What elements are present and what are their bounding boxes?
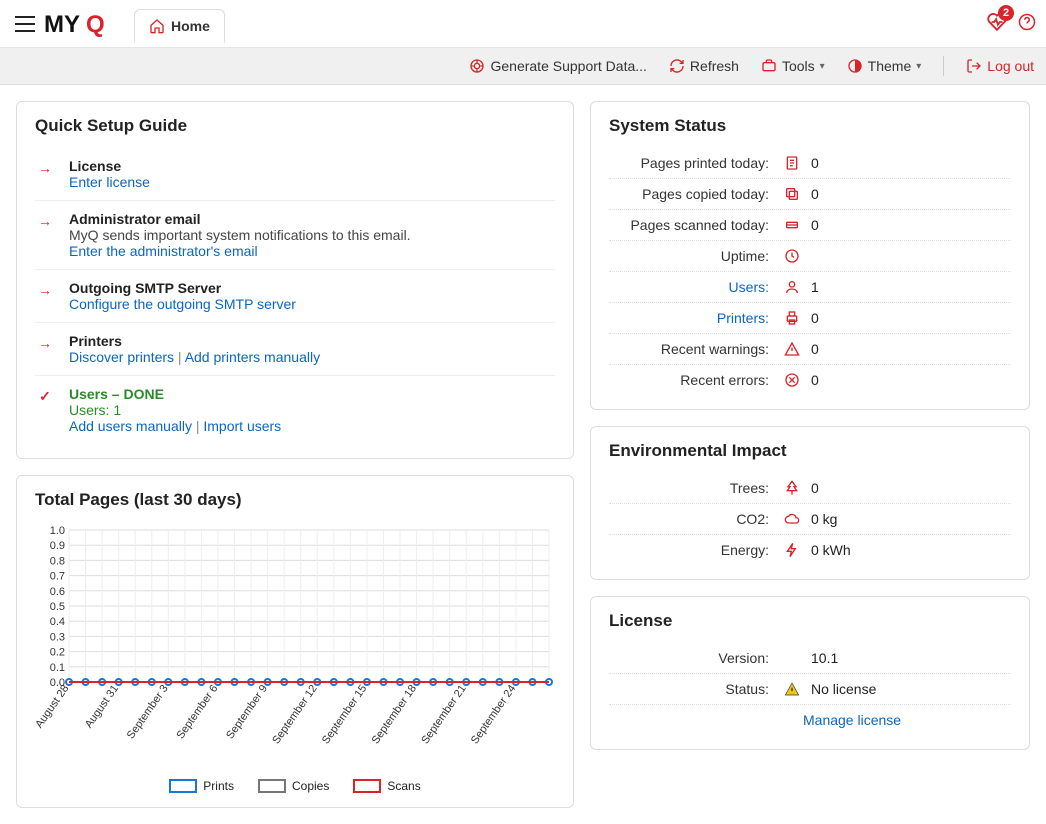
error-icon [781, 372, 803, 388]
svg-text:September 12: September 12 [270, 683, 319, 746]
arrow-right-icon: → [38, 282, 52, 312]
setup-row-printers: → Printers Discover printers | Add print… [35, 323, 555, 376]
env-energy: Energy: 0 kWh [609, 535, 1011, 565]
setup-row-smtp: → Outgoing SMTP Server Configure the out… [35, 270, 555, 323]
svg-text:August 28: August 28 [33, 683, 71, 730]
svg-text:0.8: 0.8 [50, 555, 65, 567]
svg-text:September 18: September 18 [370, 683, 419, 746]
svg-text:0.5: 0.5 [50, 601, 65, 613]
env-co2: CO2: 0 kg [609, 504, 1011, 535]
scan-icon [781, 217, 803, 233]
tools-menu-button[interactable]: Tools ▾ [761, 56, 825, 76]
stat-pages-printed: Pages printed today: 0 [609, 148, 1011, 179]
health-status-icon[interactable]: 2 [986, 11, 1008, 36]
svg-text:September 21: September 21 [419, 683, 468, 746]
env-trees: Trees: 0 [609, 473, 1011, 504]
tab-home[interactable]: Home [134, 9, 225, 43]
user-icon [781, 279, 803, 295]
license-version: Version: 10.1 [609, 643, 1011, 674]
hamburger-menu-button[interactable] [10, 9, 40, 39]
env-impact-title: Environmental Impact [609, 441, 1011, 461]
system-status-title: System Status [609, 116, 1011, 136]
add-printers-manually-link[interactable]: Add printers manually [185, 349, 320, 365]
stat-uptime: Uptime: [609, 241, 1011, 272]
quick-setup-panel: Quick Setup Guide → License Enter licens… [16, 101, 574, 459]
bolt-icon [781, 542, 803, 558]
tab-home-label: Home [171, 18, 210, 34]
cloud-icon [781, 511, 803, 527]
environmental-impact-panel: Environmental Impact Trees: 0 CO2: 0 kg … [590, 426, 1030, 580]
configure-smtp-link[interactable]: Configure the outgoing SMTP server [69, 296, 296, 312]
refresh-button[interactable]: Refresh [669, 56, 739, 76]
chevron-down-icon: ▾ [820, 61, 825, 72]
svg-text:1.0: 1.0 [50, 525, 65, 537]
arrow-right-icon: → [38, 335, 52, 365]
license-title: License [609, 611, 1011, 631]
svg-text:September 24: September 24 [469, 683, 518, 746]
generate-support-data-button[interactable]: Generate Support Data... [469, 56, 646, 76]
stat-pages-copied: Pages copied today: 0 [609, 179, 1011, 210]
stat-printers[interactable]: Printers: 0 [609, 303, 1011, 334]
svg-text:0.1: 0.1 [50, 662, 65, 674]
clock-icon [781, 248, 803, 264]
logo: MY Q [44, 9, 124, 39]
stat-users[interactable]: Users: 1 [609, 272, 1011, 303]
license-panel: License Version: 10.1 Status: No license… [590, 596, 1030, 750]
stat-pages-scanned: Pages scanned today: 0 [609, 210, 1011, 241]
svg-text:0.2: 0.2 [50, 647, 65, 659]
check-icon: ✓ [39, 388, 51, 434]
svg-text:September 3: September 3 [125, 683, 171, 741]
copy-icon [781, 186, 803, 202]
document-icon [781, 155, 803, 171]
svg-text:0.9: 0.9 [50, 540, 65, 552]
help-icon[interactable] [1018, 13, 1036, 34]
warning-icon [781, 341, 803, 357]
toolbar: Generate Support Data... Refresh Tools ▾… [0, 48, 1046, 85]
enter-admin-email-link[interactable]: Enter the administrator's email [69, 243, 258, 259]
warning-icon [781, 681, 803, 697]
arrow-right-icon: → [38, 213, 52, 259]
setup-row-license: → License Enter license [35, 148, 555, 201]
svg-text:August 31: August 31 [83, 683, 121, 730]
svg-text:September 15: September 15 [320, 683, 369, 746]
chevron-down-icon: ▾ [916, 61, 921, 72]
svg-text:0.7: 0.7 [50, 571, 65, 583]
topbar: MY Q Home 2 [0, 0, 1046, 48]
total-pages-chart: 0.00.10.20.30.40.50.60.70.80.91.0August … [35, 522, 555, 793]
enter-license-link[interactable]: Enter license [69, 174, 150, 190]
users-link[interactable]: Users: [609, 279, 769, 295]
logout-button[interactable]: Log out [966, 56, 1034, 76]
license-status: Status: No license [609, 674, 1011, 705]
svg-text:MY: MY [44, 11, 80, 38]
theme-menu-button[interactable]: Theme ▾ [847, 56, 922, 76]
import-users-link[interactable]: Import users [203, 418, 281, 434]
setup-row-admin-email: → Administrator email MyQ sends importan… [35, 201, 555, 270]
system-status-panel: System Status Pages printed today: 0 Pag… [590, 101, 1030, 410]
notification-badge: 2 [998, 5, 1014, 21]
svg-text:September 6: September 6 [174, 683, 220, 741]
stat-warnings: Recent warnings: 0 [609, 334, 1011, 365]
arrow-right-icon: → [38, 160, 52, 190]
quick-setup-title: Quick Setup Guide [35, 116, 555, 136]
chart-title: Total Pages (last 30 days) [35, 490, 555, 510]
svg-text:0.6: 0.6 [50, 586, 65, 598]
svg-text:0.3: 0.3 [50, 631, 65, 643]
svg-text:0.4: 0.4 [50, 616, 65, 628]
svg-text:Q: Q [86, 11, 105, 38]
license-manage: Manage license [609, 705, 1011, 735]
stat-errors: Recent errors: 0 [609, 365, 1011, 395]
setup-row-users: ✓ Users – DONE Users: 1 Add users manual… [35, 376, 555, 444]
total-pages-chart-panel: Total Pages (last 30 days) 0.00.10.20.30… [16, 475, 574, 808]
printer-icon [781, 310, 803, 326]
printers-link[interactable]: Printers: [609, 310, 769, 326]
tree-icon [781, 480, 803, 496]
manage-license-link[interactable]: Manage license [803, 712, 901, 728]
add-users-manually-link[interactable]: Add users manually [69, 418, 192, 434]
discover-printers-link[interactable]: Discover printers [69, 349, 174, 365]
svg-text:September 9: September 9 [224, 683, 270, 741]
